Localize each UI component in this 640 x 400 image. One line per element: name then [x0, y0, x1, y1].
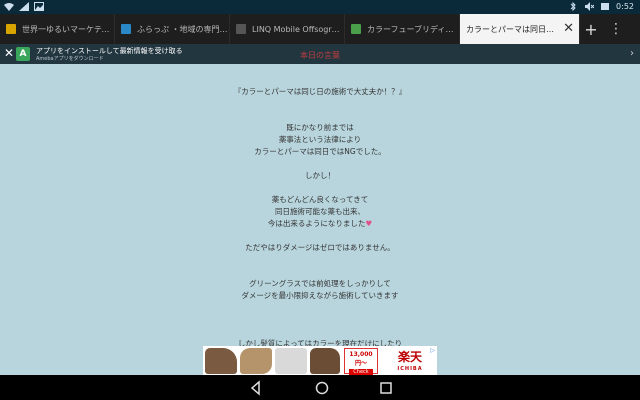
- article-line: カラーとパーマは同日ではNGでした。: [254, 147, 386, 156]
- article-line: 同日施術可能な薬も出来、: [275, 207, 365, 216]
- bluetooth-icon: [570, 2, 576, 11]
- new-tab-button[interactable]: +: [580, 14, 602, 44]
- favicon-icon: [236, 24, 246, 34]
- article-line: ダメージを最小限抑えながら施術していきます: [241, 291, 399, 300]
- ad-product-image[interactable]: [240, 347, 272, 374]
- article-line: 薬事法という法律により: [278, 135, 362, 144]
- recents-icon[interactable]: [378, 380, 394, 396]
- article-line: グリーングラスでは前処理をしっかりして: [249, 279, 391, 288]
- ad-banner[interactable]: 13,000円〜 Check 楽天 ICHIBA ▷: [203, 346, 437, 375]
- article-line: 『カラーとパーマは同じ日の施術で大丈夫か！？』: [233, 87, 407, 96]
- ad-product-image[interactable]: [205, 347, 237, 374]
- ad-product-image[interactable]: [275, 347, 307, 374]
- tab-label: LINQ Mobile Offsogroen…: [252, 24, 344, 34]
- mute-icon: [585, 2, 595, 11]
- clock: 0:52: [616, 2, 634, 11]
- article-line: ただやはりダメージはゼロではありません。: [245, 243, 395, 252]
- wifi-icon: [4, 3, 14, 11]
- ad-logo-text: 楽天: [397, 349, 422, 364]
- back-icon[interactable]: [248, 380, 264, 396]
- article-line: 今は出来るようになりました: [267, 219, 366, 228]
- ad-choices-icon[interactable]: ▷: [430, 347, 435, 354]
- article-line: しかし！: [305, 171, 335, 180]
- tab-label: ふらっぷ ・地域の専門…: [137, 24, 228, 34]
- ad-price-box[interactable]: 13,000円〜 Check: [344, 347, 378, 375]
- tab-label: カラーフューブリディク…: [367, 24, 459, 34]
- article-line: 既にかなり前までは: [286, 123, 354, 132]
- favicon-icon: [6, 24, 16, 34]
- tab-1[interactable]: ふらっぷ ・地域の専門…: [115, 14, 230, 44]
- heart-icon: ♥: [365, 219, 373, 228]
- ad-check-button[interactable]: Check: [349, 368, 373, 375]
- ad-logo-sub: ICHIBA: [397, 365, 423, 372]
- tab-0[interactable]: 世界一ゆるいマーケティン…: [0, 14, 115, 44]
- tab-bar: 世界一ゆるいマーケティン… ふらっぷ ・地域の専門… LINQ Mobile O…: [0, 14, 640, 44]
- tab-label: 世界一ゆるいマーケティン…: [22, 24, 114, 34]
- tab-menu-icon[interactable]: ⋮: [602, 14, 630, 44]
- web-content[interactable]: ✕ A アプリをインストールして最新情報を受け取る Amebaアプリをダウンロー…: [0, 44, 640, 375]
- photo-icon: [34, 2, 44, 11]
- tab-2[interactable]: LINQ Mobile Offsogroen…: [230, 14, 345, 44]
- article-line: 薬もどんどん良くなってきて: [271, 195, 369, 204]
- nav-bar: [0, 375, 640, 400]
- favicon-icon: [351, 24, 361, 34]
- page-title: 本日の言葉: [300, 51, 340, 60]
- rakuten-logo[interactable]: 楽天 ICHIBA: [386, 348, 434, 374]
- ad-product-image[interactable]: [310, 347, 340, 374]
- tab-4-active[interactable]: カラーとパーマは同日に日… ✕: [460, 14, 580, 44]
- battery-icon: [601, 3, 610, 10]
- favicon-icon: [121, 24, 131, 34]
- article-body: 『カラーとパーマは同じ日の施術で大丈夫か！？』 既にかなり前までは 薬事法という…: [0, 86, 640, 350]
- tab-3[interactable]: カラーフューブリディク…: [345, 14, 460, 44]
- status-bar: 0:52: [0, 0, 640, 14]
- ad-price: 13,000円〜: [349, 350, 373, 367]
- signal-icon: [19, 2, 29, 11]
- home-icon[interactable]: [314, 380, 330, 396]
- tab-label: カラーとパーマは同日に日…: [466, 24, 559, 34]
- close-tab-icon[interactable]: ✕: [563, 22, 574, 35]
